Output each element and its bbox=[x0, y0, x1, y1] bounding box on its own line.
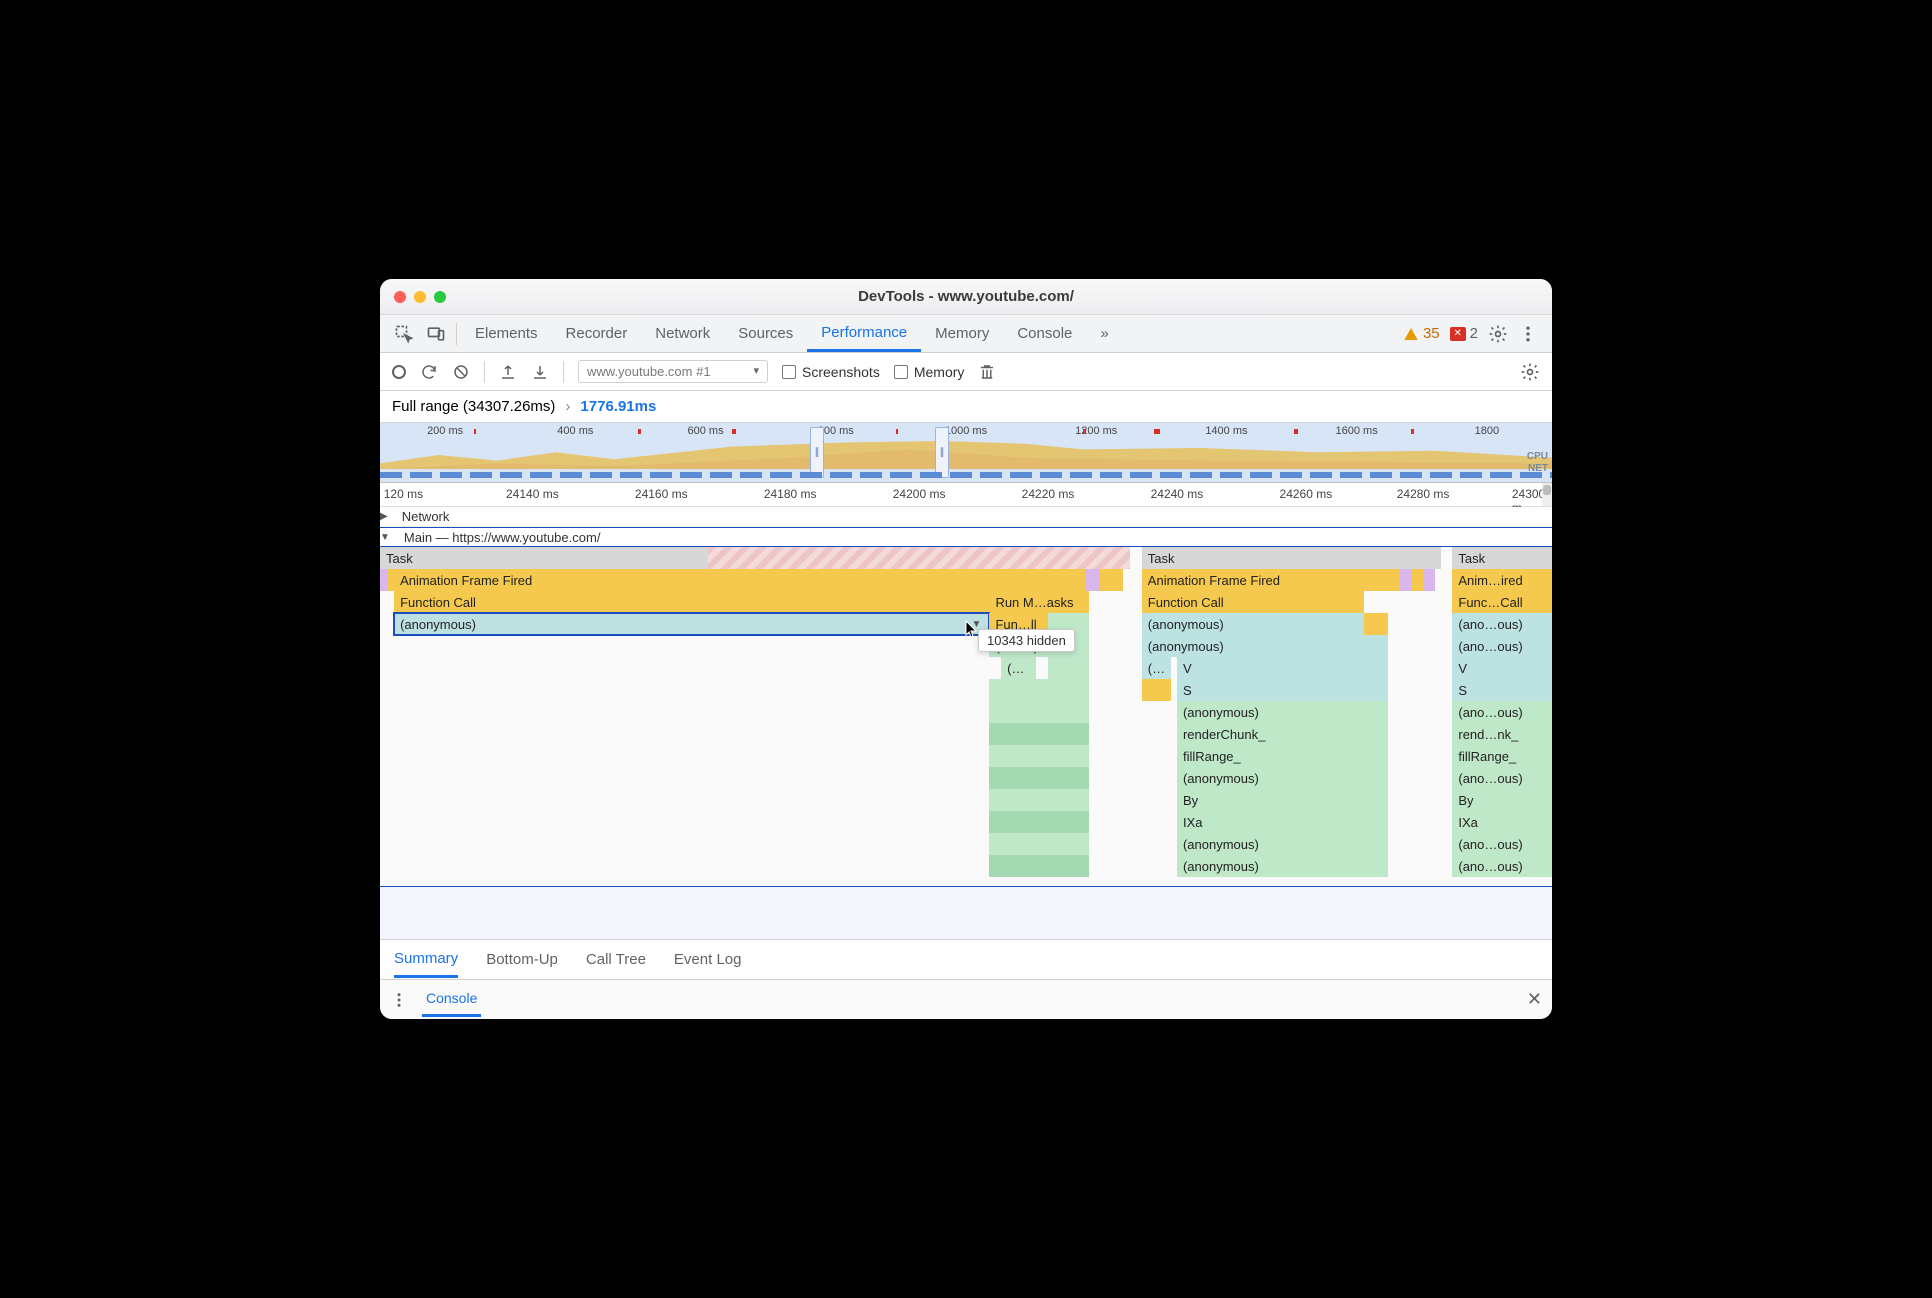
tab-label: Network bbox=[655, 325, 710, 342]
disclosure-triangle-icon: ▶ bbox=[380, 511, 388, 522]
checkbox-icon bbox=[894, 365, 908, 379]
clear-icon[interactable] bbox=[452, 363, 470, 381]
tab-label: Memory bbox=[935, 325, 989, 342]
perf-settings-icon[interactable] bbox=[1520, 362, 1540, 382]
flame-seg-task[interactable]: Task bbox=[1142, 547, 1441, 569]
reload-icon[interactable] bbox=[420, 363, 438, 381]
flame-seg-aff[interactable]: Animation Frame Fired bbox=[394, 569, 1085, 591]
hidden-count-tooltip: 10343 hidden bbox=[978, 629, 1075, 652]
flame-seg-aff[interactable]: Animation Frame Fired bbox=[1142, 569, 1400, 591]
window-title: DevTools - www.youtube.com/ bbox=[380, 288, 1552, 305]
main-track-header[interactable]: ▼ Main — https://www.youtube.com/ bbox=[380, 527, 1552, 547]
main-tabstrip: Elements Recorder Network Sources Perfor… bbox=[380, 315, 1552, 353]
tab-label: Recorder bbox=[566, 325, 628, 342]
detail-tabstrip: Summary Bottom-Up Call Tree Event Log bbox=[380, 939, 1552, 979]
flame-seg-task[interactable]: Task bbox=[1452, 547, 1552, 569]
flame-seg[interactable]: (ano…ous) bbox=[1452, 613, 1552, 635]
flame-seg-fc[interactable]: Function Call bbox=[394, 591, 989, 613]
network-track-header[interactable]: ▶ Network bbox=[380, 507, 1552, 527]
device-toolbar-icon[interactable] bbox=[426, 324, 446, 344]
tab-elements[interactable]: Elements bbox=[461, 315, 552, 352]
profile-select[interactable]: www.youtube.com #1 bbox=[578, 360, 768, 383]
memory-checkbox[interactable]: Memory bbox=[894, 364, 965, 380]
tabs-overflow[interactable]: » bbox=[1086, 315, 1122, 352]
drawer-console-tab[interactable]: Console bbox=[422, 982, 481, 1017]
disclosure-triangle-icon: ▼ bbox=[380, 532, 390, 543]
tab-memory[interactable]: Memory bbox=[921, 315, 1003, 352]
kebab-menu-icon[interactable] bbox=[1518, 324, 1538, 344]
flame-seg-fc[interactable]: Func…Call bbox=[1452, 591, 1552, 613]
perf-toolbar: www.youtube.com #1 Screenshots Memory bbox=[380, 353, 1552, 391]
profile-select-value: www.youtube.com #1 bbox=[587, 364, 711, 379]
pause-marker-icon: ∥ bbox=[810, 427, 824, 478]
tab-event-log[interactable]: Event Log bbox=[674, 943, 742, 976]
tracks-area: ▶ Network ▼ Main — https://www.youtube.c… bbox=[380, 507, 1552, 939]
net-label: NET bbox=[1527, 463, 1548, 475]
checkbox-icon bbox=[782, 365, 796, 379]
tab-network[interactable]: Network bbox=[641, 315, 724, 352]
tooltip-text: 10343 hidden bbox=[987, 633, 1066, 648]
record-button[interactable] bbox=[392, 365, 406, 379]
error-icon: ✕ bbox=[1450, 327, 1466, 341]
more-icon: » bbox=[1100, 325, 1108, 342]
garbage-collect-icon[interactable] bbox=[978, 363, 996, 381]
main-track-label: Main — https://www.youtube.com/ bbox=[394, 530, 601, 545]
tab-sources[interactable]: Sources bbox=[724, 315, 807, 352]
tab-recorder[interactable]: Recorder bbox=[552, 315, 642, 352]
tab-label: Elements bbox=[475, 325, 538, 342]
flame-seg-runm[interactable]: Run M…asks bbox=[989, 591, 1089, 613]
time-ruler[interactable]: 120 ms 24140 ms 24160 ms 24180 ms 24200 … bbox=[380, 483, 1552, 507]
range-breadcrumb: Full range (34307.26ms) › 1776.91ms bbox=[380, 391, 1552, 423]
overview-timeline[interactable]: 200 ms400 ms600 ms 800 ms1000 ms1200 ms … bbox=[380, 423, 1552, 483]
screenshots-label: Screenshots bbox=[802, 364, 880, 380]
flame-seg[interactable]: (anonymous) bbox=[1142, 613, 1365, 635]
flame-seg-anonymous-selected[interactable]: (anonymous)▼ bbox=[394, 613, 989, 635]
pause-marker-icon: ∥ bbox=[935, 427, 949, 478]
errors-count: 2 bbox=[1470, 325, 1478, 342]
flame-seg-aff[interactable]: Anim…ired bbox=[1452, 569, 1552, 591]
tab-console[interactable]: Console bbox=[1003, 315, 1086, 352]
full-range-label[interactable]: Full range (34307.26ms) bbox=[392, 398, 555, 415]
tab-label: Console bbox=[1017, 325, 1072, 342]
selected-range-label[interactable]: 1776.91ms bbox=[580, 398, 656, 415]
titlebar: DevTools - www.youtube.com/ bbox=[380, 279, 1552, 315]
download-icon[interactable] bbox=[531, 363, 549, 381]
console-drawer: Console ✕ bbox=[380, 979, 1552, 1019]
drawer-close-icon[interactable]: ✕ bbox=[1527, 989, 1542, 1010]
tab-summary[interactable]: Summary bbox=[394, 942, 458, 978]
chevron-right-icon: › bbox=[565, 398, 570, 415]
mouse-cursor-icon bbox=[965, 620, 977, 638]
drawer-kebab-icon[interactable] bbox=[390, 991, 408, 1009]
flame-chart[interactable]: Task Task Task Animation Frame Fired Ani… bbox=[380, 547, 1552, 887]
flame-seg-fc[interactable]: Function Call bbox=[1142, 591, 1365, 613]
overview-ticks: 200 ms400 ms600 ms 800 ms1000 ms1200 ms … bbox=[380, 425, 1552, 439]
tab-label: Sources bbox=[738, 325, 793, 342]
screenshots-checkbox[interactable]: Screenshots bbox=[782, 364, 880, 380]
inspect-element-icon[interactable] bbox=[394, 324, 414, 344]
network-track-label: Network bbox=[392, 509, 450, 524]
flame-seg-task-long[interactable] bbox=[708, 547, 1130, 569]
tab-bottom-up[interactable]: Bottom-Up bbox=[486, 943, 558, 976]
warning-icon bbox=[1403, 326, 1419, 342]
devtools-window: DevTools - www.youtube.com/ Elements Rec… bbox=[380, 279, 1552, 1019]
warnings-count: 35 bbox=[1423, 325, 1440, 342]
flame-seg-task[interactable]: Task bbox=[380, 547, 708, 569]
vertical-scrollbar[interactable] bbox=[1542, 483, 1552, 506]
cpu-label: CPU bbox=[1527, 451, 1548, 463]
tab-call-tree[interactable]: Call Tree bbox=[586, 943, 646, 976]
warnings-indicator[interactable]: 35 bbox=[1403, 325, 1440, 342]
upload-icon[interactable] bbox=[499, 363, 517, 381]
tab-label: Performance bbox=[821, 324, 907, 341]
errors-indicator[interactable]: ✕ 2 bbox=[1450, 325, 1478, 342]
memory-label: Memory bbox=[914, 364, 965, 380]
tab-performance[interactable]: Performance bbox=[807, 315, 921, 352]
settings-icon[interactable] bbox=[1488, 324, 1508, 344]
